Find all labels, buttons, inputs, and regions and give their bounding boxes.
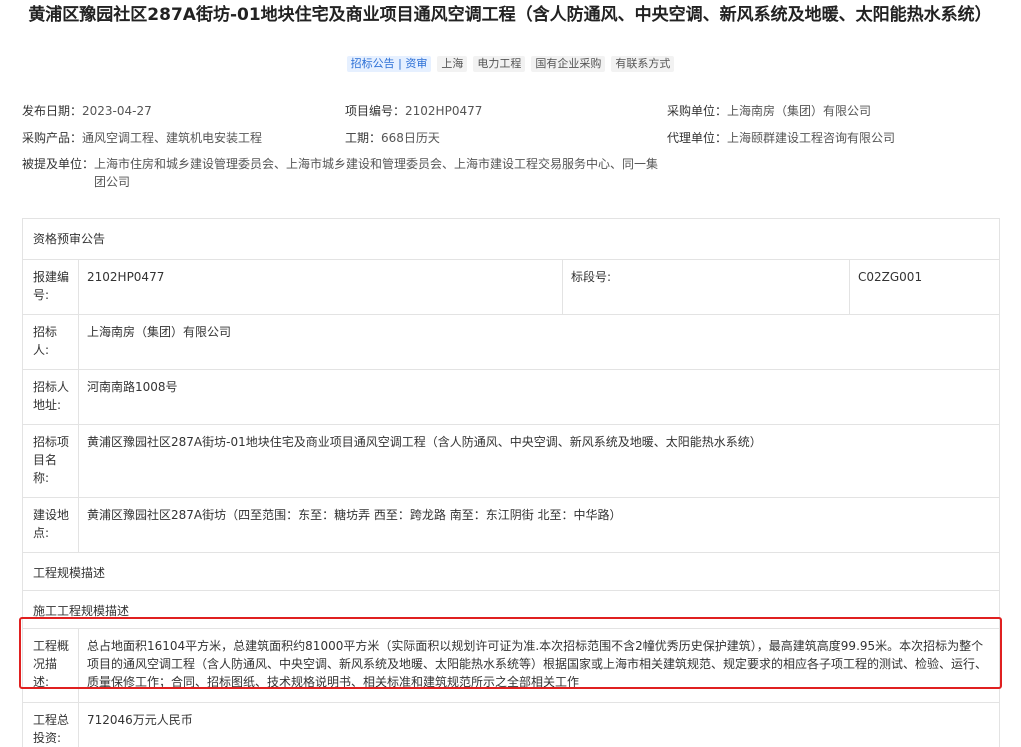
tag-contact[interactable]: 有联系方式 bbox=[611, 56, 675, 72]
table-row: 施工工程规模描述 bbox=[22, 591, 1000, 629]
meta-agent: 代理单位：上海颐群建设工程咨询有限公司 bbox=[667, 131, 896, 145]
tenderer-value: 上海南房（集团）有限公司 bbox=[87, 325, 232, 339]
investment-label: 工程总投资: bbox=[23, 703, 79, 747]
tag-region[interactable]: 上海 bbox=[437, 56, 468, 72]
site-label: 建设地点: bbox=[23, 498, 79, 552]
table-row: 工程规模描述 bbox=[22, 553, 1000, 591]
tenderer-label: 招标人: bbox=[23, 315, 79, 369]
table-row: 工程概况描述: 总占地面积16104平方米，总建筑面积约81000平方米（实际面… bbox=[22, 629, 1000, 703]
lot-no-label: 标段号: bbox=[563, 260, 850, 314]
table-row: 工程总投资: 712046万元人民币 bbox=[22, 703, 1000, 747]
project-name-value: 黄浦区豫园社区287A街坊-01地块住宅及商业项目通风空调工程（含人防通风、中央… bbox=[87, 435, 762, 449]
overview-label: 工程概况描述: bbox=[23, 629, 79, 702]
lot-no-value: C02ZG001 bbox=[858, 270, 923, 284]
page-title: 黄浦区豫园社区287A街坊-01地块住宅及商业项目通风空调工程（含人防通风、中央… bbox=[28, 5, 992, 25]
table-row: 报建编号: 2102HP0477 标段号: C02ZG001 bbox=[22, 260, 1000, 315]
site-value: 黄浦区豫园社区287A街坊（四至范围：东至：糖坊弄 西至：跨龙路 南至：东江阴街… bbox=[87, 508, 622, 522]
tender-info-table: 资格预审公告 报建编号: 2102HP0477 标段号: C02ZG001 招标… bbox=[22, 218, 1000, 747]
construction-scale-heading: 施工工程规模描述 bbox=[33, 604, 130, 618]
project-name-label: 招标项目名称: bbox=[23, 425, 79, 497]
meta-duration: 工期：668日历天 bbox=[345, 131, 440, 145]
meta-product: 采购产品：通风空调工程、建筑机电安装工程 bbox=[22, 131, 263, 145]
tenderer-address-label: 招标人地址: bbox=[23, 370, 79, 424]
table-row: 招标人地址: 河南南路1008号 bbox=[22, 370, 1000, 425]
table-row: 招标项目名称: 黄浦区豫园社区287A街坊-01地块住宅及商业项目通风空调工程（… bbox=[22, 425, 1000, 498]
section-title: 资格预审公告 bbox=[33, 232, 106, 246]
tag-industry[interactable]: 电力工程 bbox=[473, 56, 526, 72]
tag-procurement-type[interactable]: 国有企业采购 bbox=[531, 56, 606, 72]
meta-project-no: 项目编号：2102HP0477 bbox=[345, 104, 483, 118]
report-no-label: 报建编号: bbox=[23, 260, 79, 314]
meta-mentioned: 被提及单位： 上海市住房和城乡建设管理委员会、上海市城乡建设和管理委员会、上海市建… bbox=[22, 157, 659, 189]
report-no-value: 2102HP0477 bbox=[79, 260, 563, 314]
table-row: 建设地点: 黄浦区豫园社区287A街坊（四至范围：东至：糖坊弄 西至：跨龙路 南… bbox=[22, 498, 1000, 553]
tenderer-address-value: 河南南路1008号 bbox=[87, 380, 178, 394]
table-row: 资格预审公告 bbox=[22, 219, 1000, 260]
meta-buyer: 采购单位：上海南房（集团）有限公司 bbox=[667, 104, 872, 118]
scale-description-heading: 工程规模描述 bbox=[33, 566, 106, 580]
tag-bid-notice[interactable]: 招标公告 | 资审 bbox=[346, 56, 432, 72]
table-row: 招标人: 上海南房（集团）有限公司 bbox=[22, 315, 1000, 370]
investment-value: 712046万元人民币 bbox=[87, 713, 193, 727]
tag-list: 招标公告 | 资审 上海 电力工程 国有企业采购 有联系方式 bbox=[0, 56, 1021, 72]
meta-publish-date: 发布日期：2023-04-27 bbox=[22, 104, 152, 118]
overview-value: 总占地面积16104平方米，总建筑面积约81000平方米（实际面积以规划许可证为… bbox=[87, 639, 988, 689]
